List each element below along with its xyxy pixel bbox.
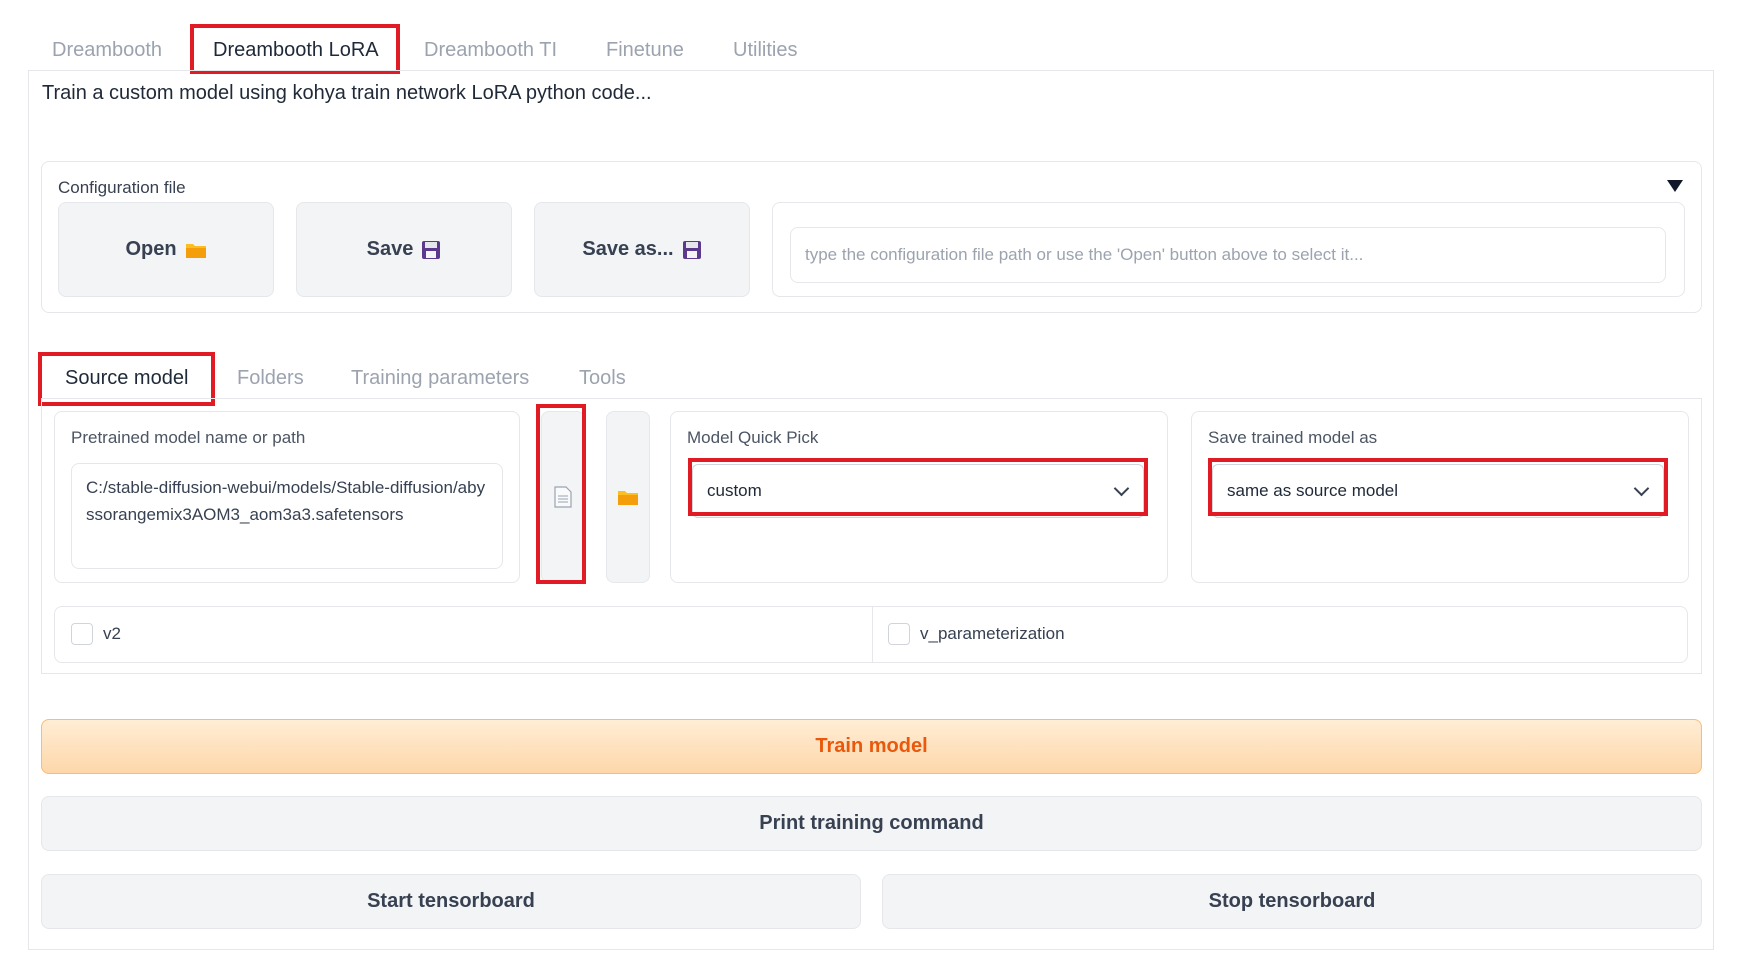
config-path-input[interactable]: type the configuration file path or use … [790, 227, 1666, 283]
tab-finetune[interactable]: Finetune [606, 30, 684, 70]
train-model-button[interactable]: Train model [41, 719, 1702, 774]
open-label: Open [125, 238, 177, 260]
model-quick-pick-label: Model Quick Pick [687, 428, 819, 447]
config-label: Configuration file [58, 178, 186, 197]
model-options-row [54, 606, 1688, 663]
document-icon [554, 486, 572, 508]
tab-dreambooth-lora[interactable]: Dreambooth LoRA [213, 30, 379, 70]
save-as-label: Save as... [582, 238, 674, 260]
chevron-down-icon [1113, 480, 1130, 497]
floppy-disk-icon [422, 240, 441, 259]
folder-icon [185, 243, 206, 258]
tab-dreambooth[interactable]: Dreambooth [52, 30, 162, 70]
folder-icon [618, 491, 638, 505]
tab-training-parameters[interactable]: Training parameters [351, 358, 529, 398]
stop-tensorboard-button[interactable]: Stop tensorboard [882, 874, 1702, 929]
v-parameterization-label: v_parameterization [920, 624, 1065, 643]
print-training-command-button[interactable]: Print training command [41, 796, 1702, 851]
start-tensorboard-button[interactable]: Start tensorboard [41, 874, 861, 929]
save-label: Save [366, 238, 414, 260]
tab-tools[interactable]: Tools [579, 358, 626, 398]
v2-checkbox[interactable] [71, 623, 93, 645]
tab-folders[interactable]: Folders [237, 358, 304, 398]
chevron-down-icon [1633, 480, 1650, 497]
floppy-disk-icon [682, 240, 701, 259]
tab-utilities[interactable]: Utilities [733, 30, 797, 70]
save-button[interactable]: Save [296, 202, 512, 297]
collapse-caret-icon[interactable] [1667, 180, 1683, 192]
open-button[interactable]: Open [58, 202, 274, 297]
tab-source-model[interactable]: Source model [65, 358, 188, 398]
file-picker-button[interactable] [541, 411, 585, 583]
save-model-as-value: same as source model [1227, 481, 1399, 500]
save-model-as-label: Save trained model as [1208, 428, 1378, 447]
save-as-button[interactable]: Save as... [534, 202, 750, 297]
divider [872, 607, 873, 662]
v-parameterization-checkbox[interactable] [888, 623, 910, 645]
pretrained-model-label: Pretrained model name or path [71, 428, 306, 447]
folder-picker-button[interactable] [606, 411, 650, 583]
model-quick-pick-value: custom [707, 481, 762, 500]
pretrained-model-input[interactable]: C:/stable-diffusion-webui/models/Stable-… [71, 463, 503, 569]
page-description: Train a custom model using kohya train n… [42, 82, 652, 104]
tab-dreambooth-ti[interactable]: Dreambooth TI [424, 30, 557, 70]
v2-label: v2 [103, 624, 121, 643]
model-quick-pick-select[interactable]: custom [692, 464, 1144, 518]
save-model-as-select[interactable]: same as source model [1212, 464, 1664, 518]
